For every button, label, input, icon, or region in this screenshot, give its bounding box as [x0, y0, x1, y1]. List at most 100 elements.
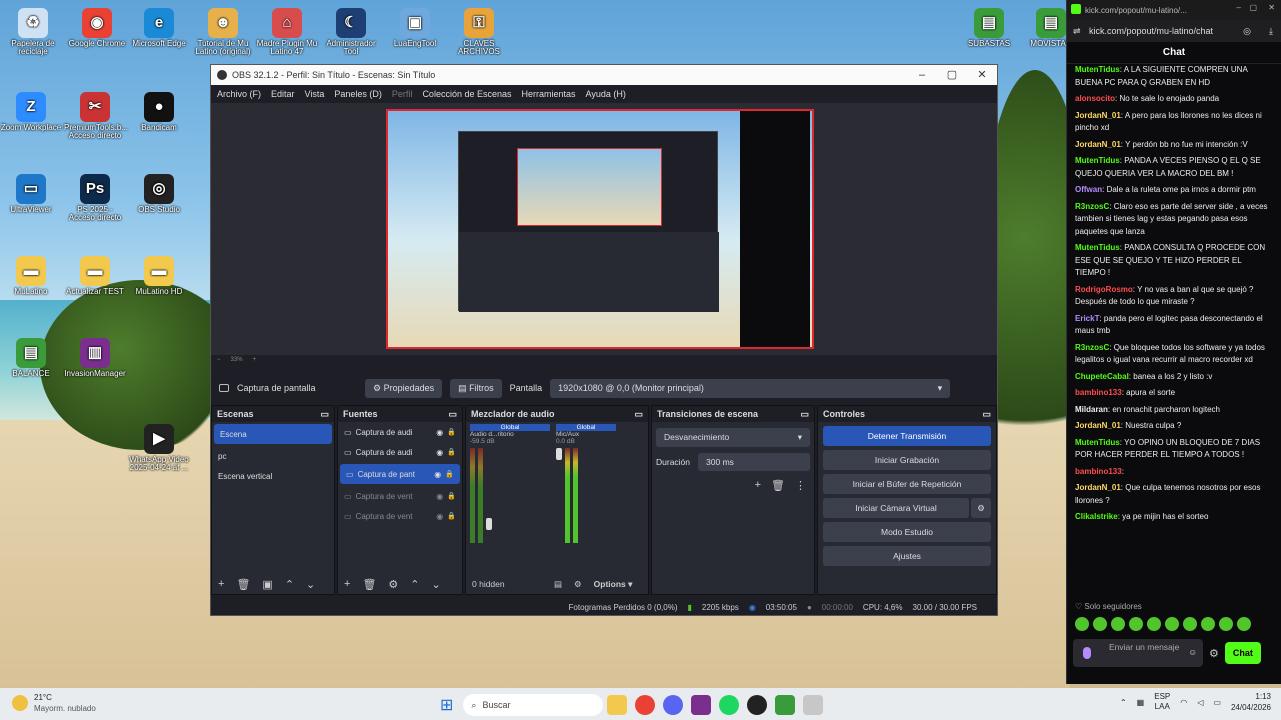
emoji-icon[interactable]: ☺ [1188, 647, 1197, 657]
maximize-icon[interactable]: ▢ [1249, 3, 1257, 12]
source-item[interactable]: ▭ Captura de audi ◉ 🔒 [338, 442, 462, 462]
gear-icon[interactable]: ⚙ [574, 579, 582, 590]
language-indicator[interactable]: ESP LAA [1154, 692, 1170, 712]
chat-username[interactable]: R3nzosC [1075, 202, 1109, 211]
chat-username[interactable]: MutenTidus [1075, 243, 1120, 252]
emote-icon[interactable] [1201, 617, 1215, 631]
remove-scene-icon[interactable]: 🗑 [236, 578, 250, 591]
source-item[interactable]: ▭ Captura de audi ◉ 🔒 [338, 422, 462, 442]
settings-button[interactable]: Ajustes [823, 546, 991, 566]
add-scene-icon[interactable]: + [218, 578, 224, 590]
chat-username[interactable]: bambino133 [1075, 467, 1122, 476]
chat-username[interactable]: RodrigoRosmo [1075, 285, 1133, 294]
chrome-icon[interactable] [635, 695, 656, 715]
desktop-icon[interactable]: ▬ Actualizar TEST [64, 256, 126, 296]
emote-icon[interactable] [1111, 617, 1125, 631]
chat-username[interactable]: ChupeteCabal [1075, 372, 1129, 381]
filters-button[interactable]: ▤ Filtros [450, 378, 502, 398]
move-down-icon[interactable]: ⌄ [306, 578, 315, 591]
dock-icon[interactable]: ▭ [800, 409, 809, 420]
virtual-camera-settings-icon[interactable]: ⚙ [971, 498, 991, 518]
app-icon[interactable] [775, 695, 796, 715]
discord-icon[interactable] [663, 695, 684, 715]
chat-url[interactable]: kick.com/popout/mu-latino/chat [1089, 26, 1213, 36]
desktop-icon[interactable]: ◉ Google Chrome [66, 8, 128, 48]
emote-icon[interactable] [1219, 617, 1233, 631]
desktop-icon[interactable]: ▬ MuLatino [0, 256, 62, 296]
scene-item[interactable]: Escena vertical [212, 466, 334, 486]
mixer-options-button[interactable]: Options ▾ [594, 579, 633, 590]
menu-item[interactable]: Editar [271, 89, 295, 99]
emote-icon[interactable] [1129, 617, 1143, 631]
duration-input[interactable]: 300 ms [698, 453, 810, 471]
chat-username[interactable]: ErickT [1075, 314, 1099, 323]
desktop-icon[interactable]: ⚿ CLAVES ARCHIVOS [448, 8, 510, 57]
menu-item[interactable]: Vista [305, 89, 325, 99]
desktop-icon[interactable]: ● Bandicam [128, 92, 190, 132]
chat-username[interactable]: MutenTidus [1075, 65, 1120, 74]
move-down-icon[interactable]: ⌄ [432, 578, 441, 591]
emote-icon[interactable] [1093, 617, 1107, 631]
desktop-icon[interactable]: e Microsoft Edge [128, 8, 190, 48]
menu-item[interactable]: Ayuda (H) [586, 89, 626, 99]
taskbar-search[interactable]: ⌕ Buscar [463, 694, 604, 716]
desktop-icon[interactable]: ♻ Papelera de reciclaje [2, 8, 64, 57]
add-source-icon[interactable]: + [344, 578, 350, 590]
chat-username[interactable]: Offwan [1075, 185, 1102, 194]
menu-item[interactable]: Paneles (D) [334, 89, 382, 99]
start-virtual-camera-button[interactable]: Iniciar Cámara Virtual [823, 498, 969, 518]
scene-item[interactable]: Escena [214, 424, 332, 444]
desktop-icon[interactable]: ◎ OBS Studio [128, 174, 190, 214]
dock-icon[interactable]: ▭ [448, 409, 457, 420]
preview-canvas[interactable] [386, 109, 814, 349]
transition-select[interactable]: Desvanecimiento ▾ [656, 428, 810, 447]
source-item[interactable]: ▭ Captura de pant ◉ 🔒 [340, 464, 460, 484]
desktop-icon[interactable]: ▤ SUBASTAS [958, 8, 1020, 48]
desktop-icon[interactable]: ▥ InvasionManager [64, 338, 126, 378]
chat-username[interactable]: Mildaran [1075, 405, 1108, 414]
wifi-icon[interactable]: ◠ [1180, 698, 1187, 707]
eye-icon[interactable]: ◉ [436, 428, 443, 437]
close-icon[interactable]: ✕ [1268, 3, 1275, 12]
eye-icon[interactable]: ◉ [434, 470, 441, 479]
desktop-icon[interactable]: ✂ PremiumTools.b... Acceso directo [64, 92, 128, 141]
battery-icon[interactable]: ▭ [1213, 698, 1221, 707]
emote-icon[interactable] [1165, 617, 1179, 631]
emote-icon[interactable] [1183, 617, 1197, 631]
scene-item[interactable]: pc [212, 446, 334, 466]
desktop-icon[interactable]: ▶ WhatsApp Video 2025-04-24 at ... [128, 424, 190, 473]
chat-username[interactable]: R3nzosC [1075, 343, 1109, 352]
chat-username[interactable]: JordanN_01 [1075, 421, 1121, 430]
lock-icon[interactable]: 🔒 [447, 492, 456, 500]
studio-mode-button[interactable]: Modo Estudio [823, 522, 991, 542]
chat-send-button[interactable]: Chat [1224, 642, 1261, 664]
dock-icon[interactable]: ▭ [320, 409, 329, 420]
add-transition-icon[interactable]: + [755, 479, 761, 492]
volume-slider[interactable] [556, 448, 562, 460]
app-tray-icon[interactable]: ▦ [1137, 698, 1145, 707]
chat-username[interactable]: bambino133 [1075, 388, 1122, 397]
desktop-icon[interactable]: Ps PS 2025 - Acceso directo [64, 174, 126, 223]
start-replay-buffer-button[interactable]: Iniciar el Búfer de Repetición [823, 474, 991, 494]
move-up-icon[interactable]: ⌃ [410, 578, 419, 591]
eye-off-icon[interactable]: ◎ [1243, 26, 1251, 37]
minimize-icon[interactable]: – [907, 65, 937, 85]
lock-icon[interactable]: 🔒 [447, 428, 456, 436]
zoom-in-icon[interactable]: + [253, 357, 257, 363]
chat-username[interactable]: JordanN_01 [1075, 111, 1121, 120]
desktop-icon[interactable]: ⌂ Madre Plugin Mu Latino 47 [256, 8, 318, 57]
emote-icon[interactable] [1237, 617, 1251, 631]
site-settings-icon[interactable]: ⇌ [1073, 26, 1081, 37]
more-options-icon[interactable]: ⋮ [795, 479, 806, 492]
chat-username[interactable]: alonsocito [1075, 94, 1115, 103]
obs-icon[interactable] [747, 695, 768, 715]
desktop-icon[interactable]: ☾ Administrador Tool [320, 8, 382, 57]
chat-username[interactable]: MutenTidus [1075, 438, 1120, 447]
desktop-icon[interactable]: ▣ LuaEngTool [384, 8, 446, 48]
gear-icon[interactable]: ⚙ [388, 578, 398, 591]
source-item[interactable]: ▭ Captura de vent ◉ 🔒 [338, 486, 462, 506]
menu-item[interactable]: Perfil [392, 89, 413, 99]
dock-icon[interactable]: ▭ [634, 409, 643, 420]
mixer-layout-icon[interactable]: ▤ [554, 579, 562, 590]
remove-source-icon[interactable]: 🗑 [362, 578, 376, 591]
